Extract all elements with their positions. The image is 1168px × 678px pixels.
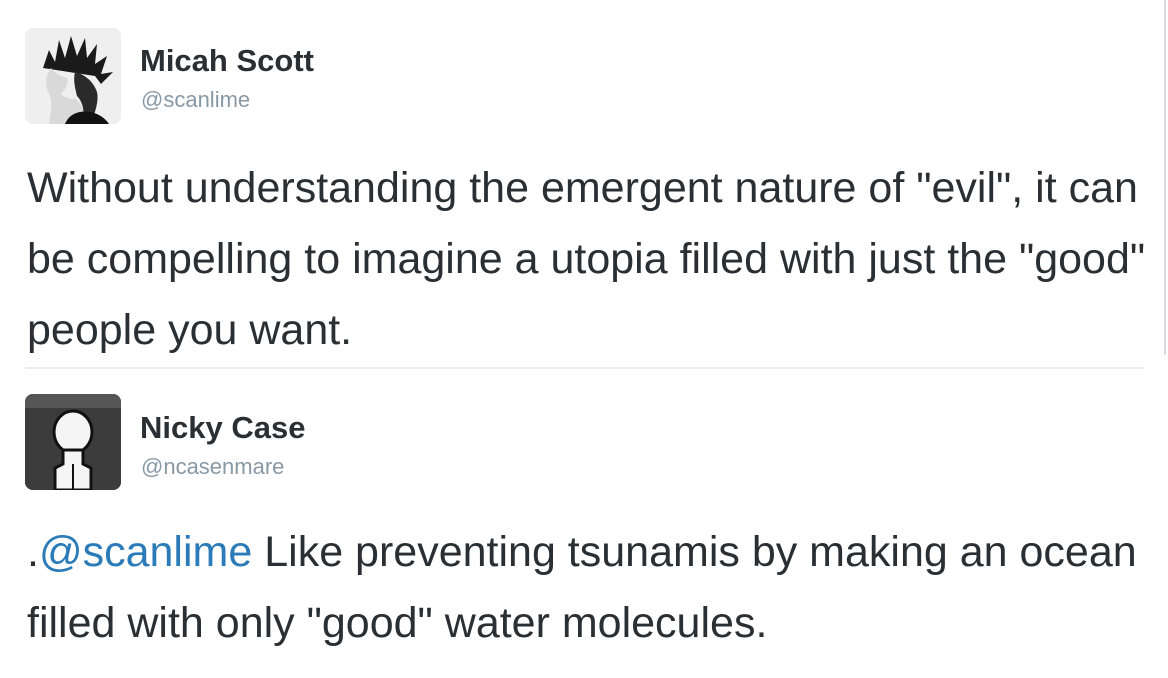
author-name[interactable]: Micah Scott	[140, 43, 314, 79]
person-silhouette-avatar-icon	[25, 394, 121, 490]
user-avatar-photo-icon	[25, 28, 121, 124]
avatar[interactable]	[25, 28, 121, 124]
author-handle[interactable]: @ncasenmare	[141, 454, 284, 480]
tweet-text: Without understanding the emergent natur…	[27, 164, 1146, 354]
text-prefix: .	[27, 528, 39, 576]
tweet: Nicky Case @ncasenmare .@scanlime Like p…	[0, 369, 1168, 678]
tweet-text: .@scanlime Like preventing tsunamis by m…	[27, 517, 1147, 659]
tweet: Micah Scott @scanlime Without understand…	[0, 0, 1168, 368]
author-handle[interactable]: @scanlime	[141, 87, 250, 113]
avatar[interactable]	[25, 394, 121, 490]
mention-link[interactable]: @scanlime	[39, 528, 252, 576]
author-name[interactable]: Nicky Case	[140, 410, 305, 446]
